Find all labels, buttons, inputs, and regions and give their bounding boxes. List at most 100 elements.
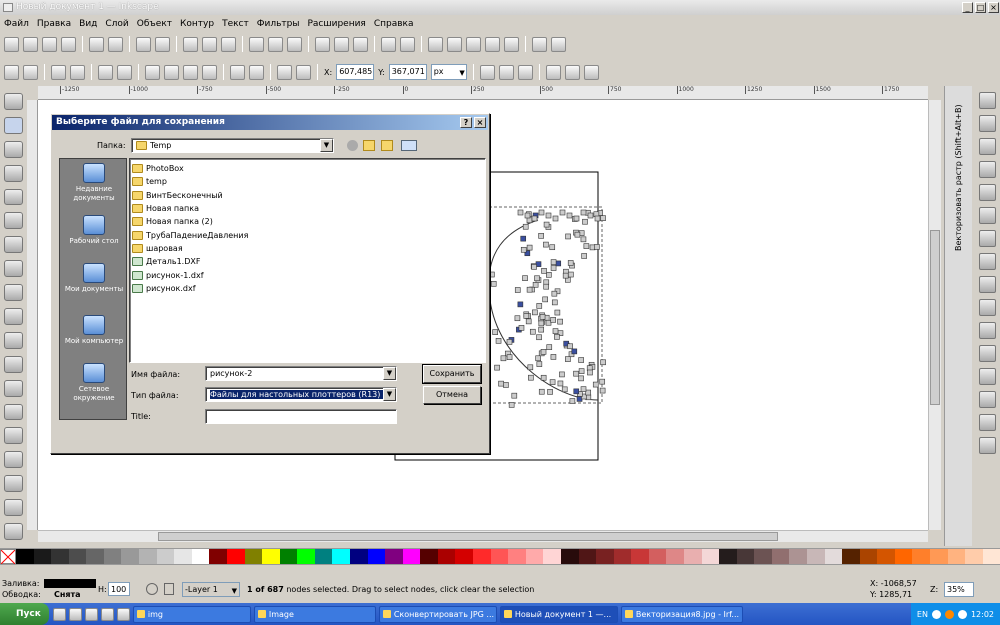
folder-select[interactable]: Temp ▼: [131, 138, 334, 153]
snap-cusp-icon[interactable]: [979, 299, 996, 316]
snap-nodes-icon[interactable]: [979, 230, 996, 247]
zoom-field[interactable]: 35%: [944, 582, 974, 597]
y-coordinate-field[interactable]: 367,071: [388, 64, 427, 80]
rectangle-tool-icon[interactable]: [4, 188, 23, 206]
snap-grid-icon[interactable]: [979, 414, 996, 431]
xml-editor-icon[interactable]: [485, 36, 500, 52]
dialog-close-button[interactable]: ×: [474, 117, 486, 128]
color-swatch[interactable]: [701, 549, 720, 564]
ungroup-icon[interactable]: [400, 36, 415, 52]
color-swatch[interactable]: [68, 549, 87, 564]
import-icon[interactable]: [89, 36, 104, 52]
color-swatch[interactable]: [965, 549, 983, 564]
x-coordinate-field[interactable]: 607,485: [336, 64, 375, 80]
color-swatch[interactable]: [894, 549, 913, 564]
file-list-item[interactable]: PhotoBox: [132, 162, 483, 175]
symmetric-node-icon[interactable]: [183, 64, 198, 80]
snap-intersection-icon[interactable]: [979, 276, 996, 293]
ellipse-tool-icon[interactable]: [4, 236, 23, 254]
menu-item[interactable]: Вид: [79, 19, 97, 29]
color-swatch[interactable]: [332, 549, 350, 564]
snap-object-midpoint-icon[interactable]: [979, 345, 996, 362]
break-path-icon[interactable]: [70, 64, 85, 80]
node-tool-icon[interactable]: [4, 116, 23, 134]
color-swatch[interactable]: [666, 549, 684, 564]
color-swatch[interactable]: [174, 549, 192, 564]
snap-enable-icon[interactable]: [979, 92, 996, 109]
color-swatch[interactable]: [771, 549, 790, 564]
file-list-item[interactable]: ТрубаПадениеДавления: [132, 228, 483, 241]
auto-smooth-node-icon[interactable]: [202, 64, 217, 80]
docked-dialog-tab[interactable]: Векторизовать растр (Shift+Alt+B): [944, 86, 972, 546]
color-swatch[interactable]: [279, 549, 298, 564]
align-icon[interactable]: [504, 36, 519, 52]
color-swatch[interactable]: [297, 549, 315, 564]
color-swatch[interactable]: [613, 549, 632, 564]
back-icon[interactable]: [347, 140, 358, 151]
start-button[interactable]: Пуск: [0, 603, 49, 625]
language-indicator[interactable]: EN: [917, 610, 928, 619]
segment-curve-icon[interactable]: [249, 64, 264, 80]
color-swatch[interactable]: [807, 549, 825, 564]
snap-bbox-icon[interactable]: [979, 115, 996, 132]
color-swatch[interactable]: [402, 549, 421, 564]
snap-paths-icon[interactable]: [979, 253, 996, 270]
color-swatch[interactable]: [121, 549, 140, 564]
3d-box-tool-icon[interactable]: [4, 212, 23, 230]
zoom-selection-icon[interactable]: [249, 36, 264, 52]
color-swatch[interactable]: [754, 549, 772, 564]
task-button[interactable]: Векторизация8.jpg - Irf...: [620, 605, 743, 623]
menu-item[interactable]: Контур: [180, 19, 214, 29]
new-folder-icon[interactable]: [381, 140, 393, 151]
color-swatch[interactable]: [349, 549, 368, 564]
join-nodes-icon[interactable]: [51, 64, 66, 80]
title-input[interactable]: [205, 409, 397, 424]
color-swatch[interactable]: [842, 549, 860, 564]
calligraphy-tool-icon[interactable]: [4, 355, 23, 373]
filename-input[interactable]: рисунок-2 ▼: [205, 366, 397, 381]
place-item[interactable]: Мой компьютер: [60, 315, 128, 346]
selector-tool-icon[interactable]: [4, 93, 23, 110]
color-swatch[interactable]: [139, 549, 157, 564]
text-tool-icon[interactable]: [4, 379, 23, 397]
color-swatch[interactable]: [543, 549, 561, 564]
segment-line-icon[interactable]: [230, 64, 245, 80]
delete-node-icon[interactable]: [23, 64, 38, 80]
text-font-icon[interactable]: [447, 36, 462, 52]
snap-guide-icon[interactable]: [979, 437, 996, 454]
group-icon[interactable]: [381, 36, 396, 52]
pencil-tool-icon[interactable]: [4, 308, 23, 325]
color-swatch[interactable]: [508, 549, 526, 564]
color-swatch[interactable]: [262, 549, 280, 564]
horizontal-scrollbar[interactable]: [38, 530, 928, 542]
color-swatch[interactable]: [683, 549, 702, 564]
color-swatch[interactable]: [930, 549, 948, 564]
file-list[interactable]: PhotoBox temp ВинтБесконечный Новая папка Но…: [129, 158, 486, 363]
color-swatch[interactable]: [859, 549, 878, 564]
snap-smooth-icon[interactable]: [979, 322, 996, 339]
color-swatch[interactable]: [982, 549, 1000, 564]
quick-launch-icon[interactable]: [84, 607, 98, 621]
cancel-button[interactable]: Отмена: [423, 386, 481, 404]
up-folder-icon[interactable]: [363, 140, 375, 151]
color-swatch[interactable]: [877, 549, 895, 564]
quick-launch-icon[interactable]: [116, 607, 130, 621]
paste-icon[interactable]: [221, 36, 236, 52]
transform-handles-icon[interactable]: [545, 64, 561, 80]
tray-icon[interactable]: [944, 609, 954, 619]
color-swatch[interactable]: [824, 549, 843, 564]
color-swatch[interactable]: [209, 549, 227, 564]
color-swatch[interactable]: [560, 549, 579, 564]
snap-midpoint-icon[interactable]: [979, 184, 996, 201]
no-paint-swatch[interactable]: [0, 549, 16, 565]
file-list-item[interactable]: ВинтБесконечный: [132, 189, 483, 202]
paint-bucket-tool-icon[interactable]: [4, 451, 23, 469]
object-to-path-icon[interactable]: [277, 64, 292, 80]
file-list-item[interactable]: Новая папка (2): [132, 215, 483, 228]
color-swatch[interactable]: [191, 549, 210, 564]
zoom-tool-icon[interactable]: [4, 164, 23, 182]
tray-icon[interactable]: [931, 609, 941, 619]
color-swatch[interactable]: [156, 549, 175, 564]
menu-item[interactable]: Расширения: [307, 19, 365, 29]
layer-select[interactable]: -Layer 1 ▼: [182, 582, 240, 597]
